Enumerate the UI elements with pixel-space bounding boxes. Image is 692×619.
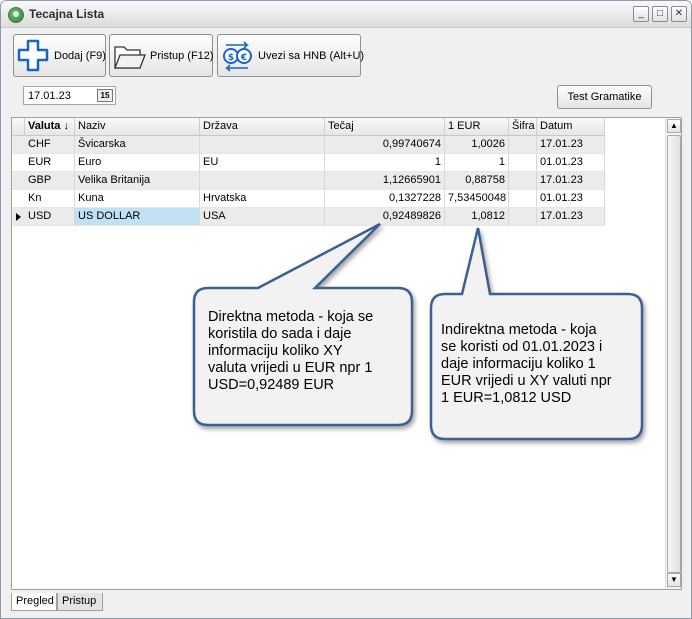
callout-indirect-line: Indirektna metoda - koja <box>441 322 597 338</box>
callout-indirect-text: Indirektna metoda - koja se koristi od 0… <box>441 322 639 407</box>
callout-direct-line: koristila do sada i daje <box>208 326 352 342</box>
callout-direct-line: Direktna metoda - koja se <box>208 309 374 325</box>
callout-indirect-line: se koristi od 01.01.2023 i <box>441 339 603 355</box>
callout-direct-line: USD=0,92489 EUR <box>208 377 335 393</box>
callout-direct-line: valuta vrijedi u EUR npr 1 <box>208 360 373 376</box>
callout-direct-line: informaciju koliko XY <box>208 343 343 359</box>
callout-indirect-line: EUR vrijedi u XY valuti npr <box>441 373 612 389</box>
callout-indirect-line: daje informaciju koliko 1 <box>441 356 596 372</box>
callout-indirect-line: 1 EUR=1,0812 USD <box>441 390 572 406</box>
callout-direct-text: Direktna metoda - koja se koristila do s… <box>208 309 408 394</box>
